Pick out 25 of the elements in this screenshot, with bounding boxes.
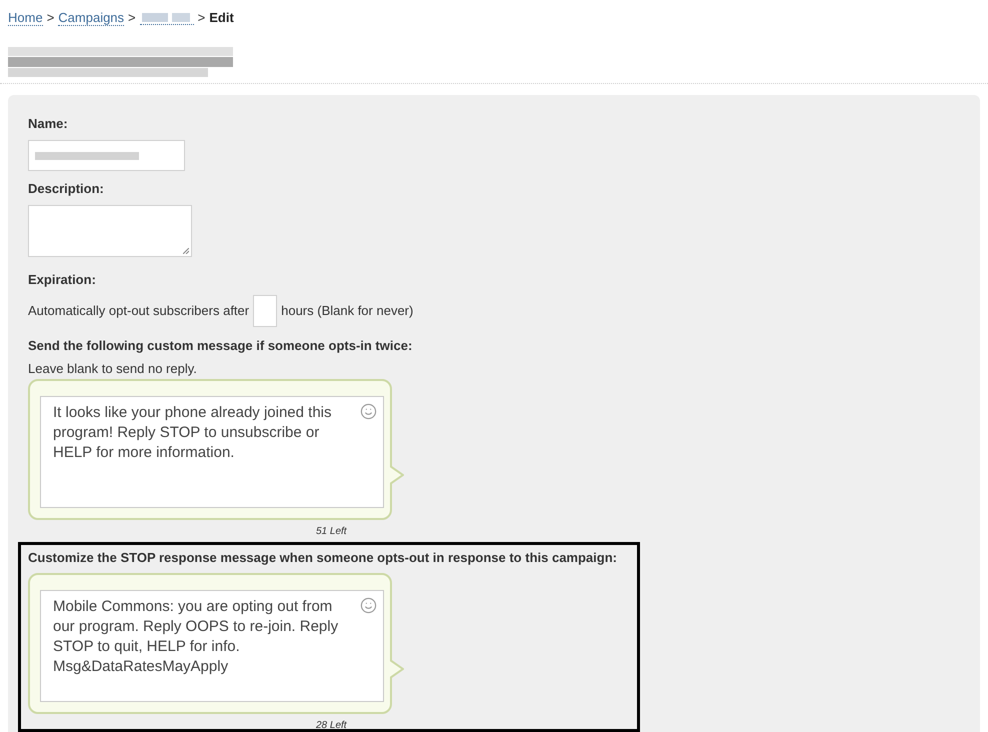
- expiration-text: Automatically opt-out subscribers after: [28, 302, 250, 320]
- expiration-text: hours (Blank for never): [281, 302, 414, 320]
- field-label: Send the following custom message if someone opts-in twice:: [28, 337, 414, 355]
- field-label: Expiration:: [28, 271, 97, 289]
- field-label: Description:: [28, 180, 105, 198]
- breadcrumb-link[interactable]: Campaigns: [58, 10, 124, 26]
- field-label: Customize the STOP response message when someone opts-out in response to this campaign:: [28, 549, 618, 567]
- blurred-breadcrumb-link[interactable]: [140, 10, 194, 25]
- message-field[interactable]: Mobile Commons: you are opting out from our program. Reply OOPS to re-join. Reply STOP to quit, HELP for info. Msg&DataRatesMayApply: [40, 590, 384, 702]
- description-textarea[interactable]: [28, 205, 192, 257]
- smiley-icon[interactable]: [360, 403, 377, 420]
- name-input[interactable]: [28, 140, 185, 171]
- character-counter: 51 Left: [316, 526, 347, 537]
- character-counter: 28 Left: [316, 720, 347, 731]
- breadcrumb-separator: >: [46, 8, 54, 27]
- breadcrumb-link[interactable]: Home: [8, 10, 43, 26]
- breadcrumb-current: Edit: [209, 8, 234, 27]
- hours-input[interactable]: [253, 295, 278, 327]
- breadcrumb-separator: >: [198, 8, 206, 27]
- breadcrumb-separator: >: [128, 8, 136, 27]
- message-field[interactable]: It looks like your phone already joined this program! Reply STOP to unsubscribe or HELP for more information.: [40, 396, 384, 508]
- resize-handle-icon[interactable]: [183, 248, 189, 254]
- field-label: Name:: [28, 115, 69, 133]
- smiley-icon[interactable]: [360, 597, 377, 614]
- hint-text: Leave blank to send no reply.: [28, 361, 198, 377]
